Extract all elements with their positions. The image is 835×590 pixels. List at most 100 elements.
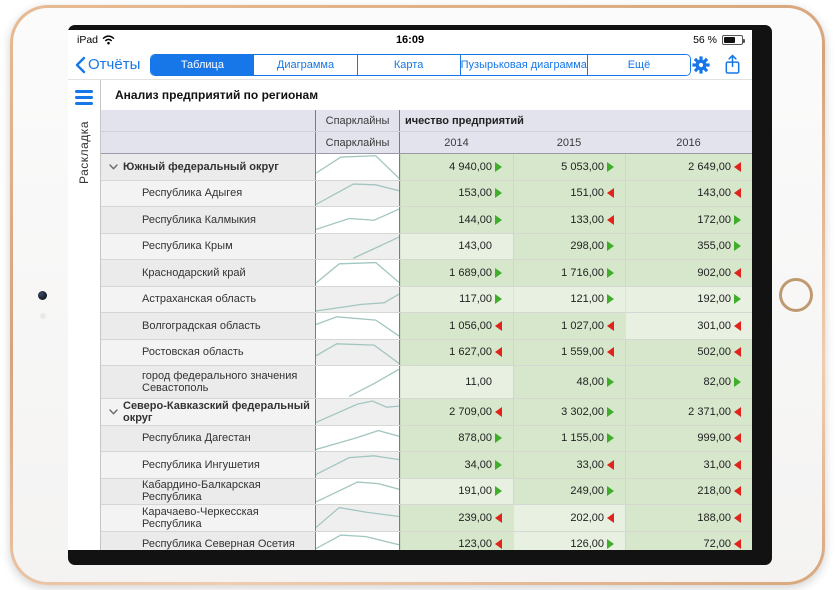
table-row[interactable]: Северо-Кавказский федеральный округ 2 709… <box>101 399 752 426</box>
region-cell[interactable]: Южный федеральный округ <box>101 154 315 180</box>
value-cell-2016[interactable]: 2 371,00 <box>625 399 752 425</box>
sparkline-cell[interactable] <box>315 260 400 286</box>
tab-bubble-chart[interactable]: Пузырьковая диаграмма <box>461 55 588 75</box>
region-cell[interactable]: Республика Калмыкия <box>101 207 315 233</box>
region-cell[interactable]: Карачаево-Черкесская Республика <box>101 505 315 531</box>
value-cell-2014[interactable]: 2 709,00 <box>400 399 513 425</box>
tab-more[interactable]: Ещё <box>588 55 690 75</box>
sparkline-cell[interactable] <box>315 234 400 260</box>
sparkline-cell[interactable] <box>315 426 400 452</box>
value-cell-2016[interactable]: 902,00 <box>625 260 752 286</box>
value-cell-2016[interactable]: 2 649,00 <box>625 154 752 180</box>
value-cell-2015[interactable]: 1 027,00 <box>513 313 625 339</box>
value-cell-2014[interactable]: 1 689,00 <box>400 260 513 286</box>
table-row[interactable]: Республика Адыгея153,00151,00143,00 <box>101 181 752 208</box>
region-cell[interactable]: Кабардино-Балкарская Республика <box>101 479 315 505</box>
chevron-down-icon[interactable] <box>109 409 118 415</box>
table-row[interactable]: Республика Северная Осетия 123,00126,0072… <box>101 532 752 551</box>
header-measure-cell[interactable]: ичество предприятий <box>400 110 752 131</box>
value-cell-2015[interactable]: 133,00 <box>513 207 625 233</box>
share-icon[interactable] <box>723 54 742 75</box>
hamburger-menu-icon[interactable] <box>73 88 95 107</box>
region-cell[interactable]: Республика Крым <box>101 234 315 260</box>
value-cell-2014[interactable]: 123,00 <box>400 532 513 551</box>
sparkline-cell[interactable] <box>315 366 400 398</box>
value-cell-2016[interactable]: 192,00 <box>625 287 752 313</box>
region-cell[interactable]: Северо-Кавказский федеральный округ <box>101 399 315 425</box>
table-row[interactable]: Республика Ингушетия 34,0033,0031,00 <box>101 452 752 479</box>
value-cell-2016[interactable]: 301,00 <box>625 313 752 339</box>
value-cell-2014[interactable]: 878,00 <box>400 426 513 452</box>
table-row[interactable]: Карачаево-Черкесская Республика 239,00202… <box>101 505 752 532</box>
value-cell-2016[interactable]: 188,00 <box>625 505 752 531</box>
value-cell-2015[interactable]: 151,00 <box>513 181 625 207</box>
sparkline-cell[interactable] <box>315 287 400 313</box>
value-cell-2015[interactable]: 249,00 <box>513 479 625 505</box>
value-cell-2015[interactable]: 1 716,00 <box>513 260 625 286</box>
value-cell-2015[interactable]: 3 302,00 <box>513 399 625 425</box>
value-cell-2015[interactable]: 33,00 <box>513 452 625 478</box>
value-cell-2014[interactable]: 1 056,00 <box>400 313 513 339</box>
home-button[interactable] <box>779 278 813 312</box>
tab-chart[interactable]: Диаграмма <box>254 55 357 75</box>
value-cell-2014[interactable]: 191,00 <box>400 479 513 505</box>
value-cell-2016[interactable]: 82,00 <box>625 366 752 398</box>
value-cell-2014[interactable]: 144,00 <box>400 207 513 233</box>
table-row[interactable]: Краснодарский край 1 689,001 716,00902,00 <box>101 260 752 287</box>
sparkline-cell[interactable] <box>315 532 400 551</box>
sparkline-cell[interactable] <box>315 452 400 478</box>
value-cell-2014[interactable]: 4 940,00 <box>400 154 513 180</box>
region-cell[interactable]: Волгоградская область <box>101 313 315 339</box>
layout-tab-label[interactable]: Раскладка <box>77 121 91 184</box>
region-cell[interactable]: Ростовская область <box>101 340 315 366</box>
value-cell-2015[interactable]: 5 053,00 <box>513 154 625 180</box>
region-cell[interactable]: Республика Адыгея <box>101 181 315 207</box>
header-year-2014[interactable]: 2014 <box>400 132 513 153</box>
value-cell-2016[interactable]: 355,00 <box>625 234 752 260</box>
header-sparklines-cell[interactable]: Спарклайны <box>315 110 400 131</box>
tab-map[interactable]: Карта <box>358 55 461 75</box>
table-row[interactable]: Волгоградская область 1 056,001 027,00301… <box>101 313 752 340</box>
value-cell-2015[interactable]: 126,00 <box>513 532 625 551</box>
value-cell-2014[interactable]: 34,00 <box>400 452 513 478</box>
header-year-2016[interactable]: 2016 <box>625 132 752 153</box>
table-row[interactable]: Республика Калмыкия 144,00133,00172,00 <box>101 207 752 234</box>
value-cell-2014[interactable]: 1 627,00 <box>400 340 513 366</box>
value-cell-2016[interactable]: 218,00 <box>625 479 752 505</box>
table-row[interactable]: Республика Крым143,00298,00355,00 <box>101 234 752 261</box>
value-cell-2016[interactable]: 172,00 <box>625 207 752 233</box>
table-row[interactable]: Кабардино-Балкарская Республика 191,00249… <box>101 479 752 506</box>
value-cell-2016[interactable]: 143,00 <box>625 181 752 207</box>
value-cell-2015[interactable]: 202,00 <box>513 505 625 531</box>
value-cell-2014[interactable]: 239,00 <box>400 505 513 531</box>
table-row[interactable]: город федерального значения Севастополь 1… <box>101 366 752 399</box>
value-cell-2016[interactable]: 502,00 <box>625 340 752 366</box>
table-row[interactable]: Астраханская область117,00121,00192,00 <box>101 287 752 314</box>
value-cell-2014[interactable]: 117,00 <box>400 287 513 313</box>
value-cell-2016[interactable]: 31,00 <box>625 452 752 478</box>
sparkline-cell[interactable] <box>315 154 400 180</box>
chevron-down-icon[interactable] <box>109 164 118 170</box>
value-cell-2015[interactable]: 1 559,00 <box>513 340 625 366</box>
sparkline-cell[interactable] <box>315 340 400 366</box>
value-cell-2014[interactable]: 11,00 <box>400 366 513 398</box>
region-cell[interactable]: Республика Ингушетия <box>101 452 315 478</box>
header-sparklines-cell-2[interactable]: Спарклайны <box>315 132 400 153</box>
value-cell-2015[interactable]: 48,00 <box>513 366 625 398</box>
sparkline-cell[interactable] <box>315 505 400 531</box>
settings-gear-icon[interactable] <box>691 55 711 75</box>
value-cell-2015[interactable]: 121,00 <box>513 287 625 313</box>
region-cell[interactable]: Республика Дагестан <box>101 426 315 452</box>
region-cell[interactable]: город федерального значения Севастополь <box>101 366 315 398</box>
sparkline-cell[interactable] <box>315 479 400 505</box>
sparkline-cell[interactable] <box>315 181 400 207</box>
sparkline-cell[interactable] <box>315 399 400 425</box>
sparkline-cell[interactable] <box>315 313 400 339</box>
value-cell-2016[interactable]: 72,00 <box>625 532 752 551</box>
back-button[interactable]: Отчёты <box>75 56 140 74</box>
region-cell[interactable]: Республика Северная Осетия <box>101 532 315 551</box>
region-cell[interactable]: Краснодарский край <box>101 260 315 286</box>
table-row[interactable]: Южный федеральный округ 4 940,005 053,002… <box>101 154 752 181</box>
value-cell-2015[interactable]: 1 155,00 <box>513 426 625 452</box>
table-row[interactable]: Ростовская область 1 627,001 559,00502,00 <box>101 340 752 367</box>
